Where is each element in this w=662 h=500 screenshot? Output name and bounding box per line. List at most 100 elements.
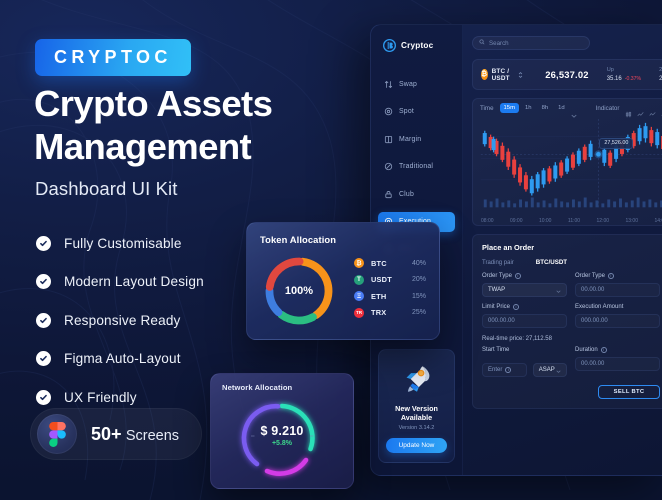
x-tick: 12:00	[596, 218, 610, 224]
x-tick: 08:00	[481, 218, 494, 224]
search-placeholder: Search	[489, 39, 509, 47]
token-name: BTC	[371, 258, 387, 268]
order-type-label: Order Type	[482, 273, 512, 279]
list-item: Ξ ETH 15%	[354, 288, 426, 305]
check-circle-icon	[36, 235, 51, 251]
token-percent: 40%	[411, 259, 426, 267]
sidebar-item-club[interactable]: Club	[378, 184, 455, 204]
candles-icon[interactable]	[625, 105, 632, 117]
cryptoc-logo-icon	[383, 39, 396, 52]
sidebar-item-label: Traditional	[399, 163, 434, 170]
execution-amount-label: Execution Amount	[575, 304, 624, 310]
check-circle-icon	[36, 351, 51, 366]
feature-label: Modern Layout Design	[64, 274, 204, 289]
start-time-input[interactable]: Enter i	[482, 363, 527, 377]
screens-count: 50+	[91, 423, 122, 444]
list-item: T USDT 20%	[354, 272, 426, 289]
feature-label: UX Friendly	[64, 389, 137, 405]
trading-pair-label: Trading pair	[482, 259, 514, 266]
trading-pair-row: Trading pair BTC/USDT	[482, 259, 660, 266]
dashboard-main: Search ₿ BTC / USDT 26,537.02 Up 35.16 -0…	[463, 25, 662, 475]
token-legend: ₿ BTC 40% T USDT 20% Ξ ETH 15% TR TRX 25…	[354, 252, 426, 330]
area-chart-icon[interactable]	[649, 105, 656, 116]
page-title: Crypto Assets Management	[34, 83, 273, 167]
order-type-select[interactable]: TWAP	[482, 283, 567, 297]
token-card-title: Token Allocation	[260, 234, 337, 245]
candlestick-chart: 27,526.00 08:00 09:00 10:00 11:00 12:00 …	[473, 117, 662, 225]
update-promo-card: New Version Available Version 3.14.2 Upd…	[378, 348, 455, 463]
placeholder-text: 00.00.00	[581, 287, 605, 293]
search-input[interactable]: Search	[472, 36, 590, 50]
range-8h[interactable]: 8h	[538, 103, 553, 113]
chart-x-axis: 08:00 09:00 10:00 11:00 12:00 13:00 14:0…	[481, 218, 662, 224]
info-icon[interactable]: i	[607, 273, 614, 279]
dashboard-brand-name: Cryptoc	[401, 41, 434, 50]
network-change-value: +5.8%	[271, 440, 293, 447]
placeholder-text: 000.00.00	[488, 318, 515, 324]
ticker-stat-up: Up 35.16 -0.37%	[607, 67, 641, 82]
order-panel-title: Place an Order	[482, 243, 535, 252]
dashboard-brand: Cryptoc	[371, 39, 462, 52]
list-item: ₿ BTC 40%	[354, 255, 426, 272]
info-icon[interactable]: i	[513, 304, 520, 310]
range-1h[interactable]: 1h	[521, 103, 536, 113]
margin-bars-icon	[384, 135, 393, 144]
sidebar-item-label: Swap	[399, 80, 418, 88]
info-icon[interactable]: i	[505, 367, 512, 373]
execution-amount-field: Execution Amount 000.00.00	[575, 304, 660, 328]
ticker-stat-change: -0.37%	[624, 76, 642, 82]
traditional-spiral-icon	[384, 162, 393, 171]
price-ticker: ₿ BTC / USDT 26,537.02 Up 35.16-0.37% 24…	[472, 59, 662, 90]
limit-price-input[interactable]: 000.00.00	[482, 314, 567, 328]
range-15m[interactable]: 15m	[499, 103, 519, 113]
btc-coin-icon: ₿	[481, 69, 488, 80]
ticker-pair-label: BTC / USDT	[491, 67, 510, 82]
place-order-panel: Place an Order Trading pair BTC/USDT Ord…	[472, 234, 662, 409]
sell-btc-button[interactable]: SELL BTC	[598, 385, 660, 399]
x-tick: 14:00	[654, 218, 662, 224]
line-chart-icon[interactable]	[637, 105, 644, 116]
order-type-right-label: Order Type	[575, 273, 605, 279]
range-1d[interactable]: 1d	[554, 103, 569, 113]
trx-coin-icon: TR	[354, 307, 364, 318]
check-circle-icon	[36, 389, 51, 405]
ticker-stat-value: 35.16	[606, 76, 622, 82]
sidebar-item-traditional[interactable]: Traditional	[378, 157, 455, 177]
sidebar-item-label: Spot	[399, 108, 414, 115]
sidebar-item-label: Margin	[399, 135, 422, 143]
duration-input[interactable]: 00.00.00	[575, 357, 660, 371]
x-tick: 09:00	[509, 218, 523, 224]
token-donut-chart: 100%	[260, 252, 338, 330]
sidebar-item-spot[interactable]: Spot	[378, 102, 455, 122]
limit-price-label: Limit Price	[482, 304, 511, 310]
sidebar-item-swap[interactable]: Swap	[378, 74, 455, 94]
order-type-right-input[interactable]: 00.00.00	[575, 283, 660, 297]
x-tick: 13:00	[625, 218, 638, 224]
ticker-stat-label: Up	[606, 67, 614, 73]
eth-coin-icon: Ξ	[354, 291, 364, 302]
search-icon	[479, 39, 489, 47]
realtime-price-text: Real-time price: 27,112.58	[482, 336, 552, 342]
ticker-pair-selector[interactable]: ₿ BTC / USDT	[481, 66, 523, 84]
time-label: Time	[480, 104, 494, 112]
placeholder-text: 000.00.00	[581, 318, 608, 324]
spot-circle-icon	[384, 107, 393, 116]
network-allocation-card: Network Allocation $ 9.210 +5.8%	[210, 373, 354, 489]
promo-version: Version 3.14.2	[398, 425, 435, 431]
sidebar-item-margin[interactable]: Margin	[378, 129, 455, 149]
order-type-field: Order Type i TWAP	[482, 273, 567, 297]
info-icon[interactable]: i	[514, 273, 521, 279]
chevron-down-icon	[556, 369, 561, 373]
info-icon[interactable]: i	[600, 347, 607, 353]
chevron-down-icon[interactable]	[571, 105, 577, 118]
asap-select[interactable]: ASAP	[532, 363, 567, 377]
screens-word: Screens	[125, 427, 180, 444]
update-now-button[interactable]: Update Now	[386, 438, 447, 453]
limit-price-field: Limit Price i 000.00.00	[482, 304, 567, 328]
start-time-label: Start Time	[482, 347, 510, 353]
brand-logo-text: CRYPTOC	[54, 47, 172, 67]
token-name: ETH	[371, 291, 387, 301]
promo-title: New Version Available	[395, 403, 438, 423]
club-lock-icon	[384, 190, 393, 199]
execution-amount-input[interactable]: 000.00.00	[575, 314, 660, 328]
